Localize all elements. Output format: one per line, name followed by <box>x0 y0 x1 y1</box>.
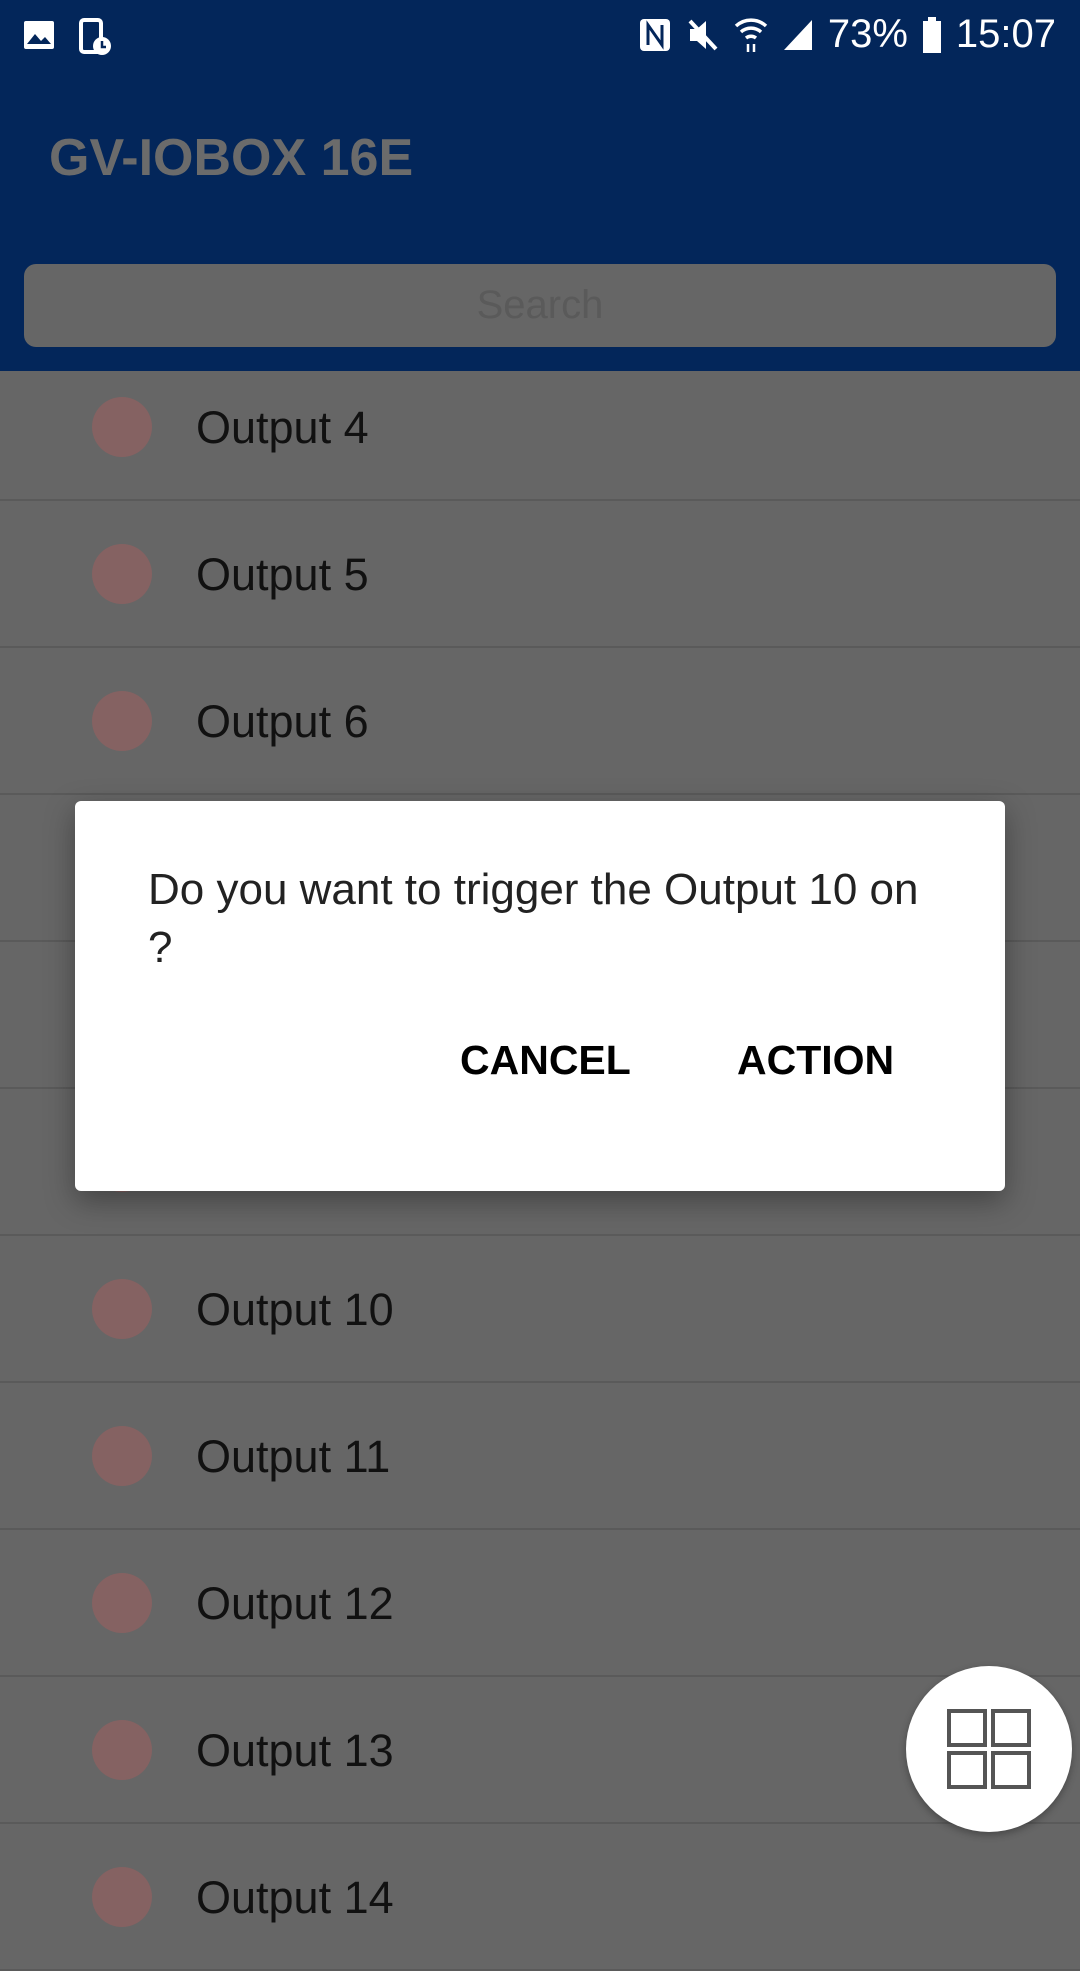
list-item[interactable]: Output 11 <box>0 1383 1080 1530</box>
output-label: Output 13 <box>196 1725 394 1776</box>
dialog-message: Do you want to trigger the Output 10 on … <box>148 865 919 972</box>
output-label: Output 6 <box>196 696 369 747</box>
list-item[interactable]: Output 4 <box>0 354 1080 501</box>
output-label: Output 4 <box>196 402 369 453</box>
signal-icon <box>783 19 812 50</box>
status-indicator-icon <box>92 1867 152 1927</box>
battery-percent: 73% <box>827 12 908 56</box>
search-input[interactable]: Search <box>24 264 1056 347</box>
output-label: Output 14 <box>196 1872 394 1923</box>
output-label: Output 12 <box>196 1578 394 1629</box>
status-indicator-icon <box>92 1573 152 1633</box>
battery-icon <box>922 16 941 53</box>
mute-icon <box>688 19 718 50</box>
wifi-icon <box>734 17 768 52</box>
output-label: Output 5 <box>196 549 369 600</box>
list-item[interactable]: Output 10 <box>0 1236 1080 1383</box>
status-indicator-icon <box>92 1426 152 1486</box>
status-indicator-icon <box>92 1720 152 1780</box>
list-item[interactable]: Output 14 <box>0 1824 1080 1971</box>
status-indicator-icon <box>92 397 152 457</box>
grid-view-button[interactable] <box>906 1666 1072 1832</box>
image-icon <box>24 21 54 49</box>
output-label: Output 11 <box>196 1431 391 1482</box>
page-title: GV-IOBOX 16E <box>49 129 414 187</box>
list-item[interactable]: Output 6 <box>0 648 1080 795</box>
status-indicator-icon <box>92 691 152 751</box>
grid-icon <box>947 1709 1031 1789</box>
action-button[interactable]: ACTION <box>737 1037 894 1084</box>
nfc-icon <box>639 18 670 51</box>
confirm-dialog: Do you want to trigger the Output 10 on … <box>75 801 1005 1191</box>
list-item[interactable]: Output 5 <box>0 501 1080 648</box>
status-bar: 73% 15:07 <box>0 0 1080 75</box>
cancel-button[interactable]: CANCEL <box>460 1037 631 1084</box>
output-label: Output 10 <box>196 1284 394 1335</box>
status-indicator-icon <box>92 544 152 604</box>
status-indicator-icon <box>92 1279 152 1339</box>
screen-timer-icon <box>79 18 111 55</box>
clock: 15:07 <box>955 12 1056 56</box>
list-item[interactable]: Output 12 <box>0 1530 1080 1677</box>
